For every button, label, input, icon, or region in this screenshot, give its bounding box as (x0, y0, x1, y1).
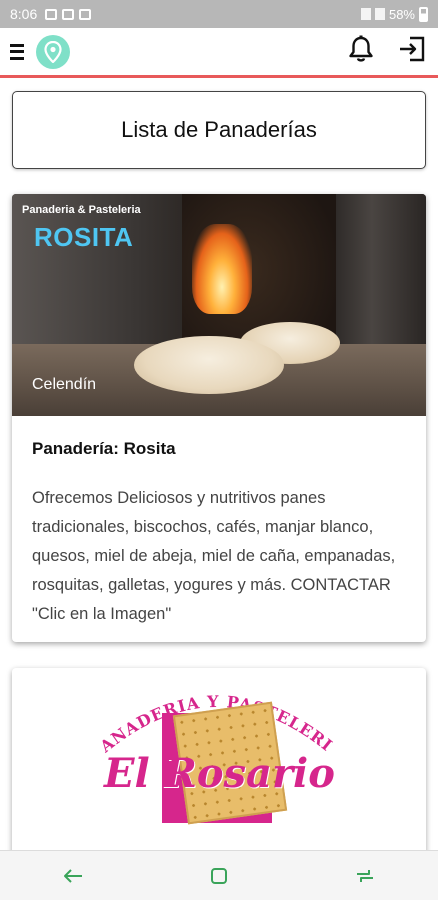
logout-icon[interactable] (398, 36, 426, 67)
status-time: 8:06 (10, 6, 38, 22)
bakery-card-el-rosario: PANADERIA Y PASTELERIA El Rosario (12, 668, 426, 868)
page-title-box: Lista de Panaderías (12, 91, 426, 169)
fire-illustration (192, 224, 252, 314)
app-bar (0, 28, 438, 78)
map-pin-icon[interactable] (36, 34, 70, 69)
bakery-logo-el-rosario[interactable]: PANADERIA Y PASTELERIA El Rosario (12, 668, 426, 868)
status-bar: 8:06 58% (0, 0, 438, 28)
notification-icons (45, 8, 92, 20)
battery-icon (419, 6, 428, 22)
signal-icon (360, 8, 371, 20)
bakery-card-rosita: Panaderia & Pasteleria ROSITA Celendín P… (12, 194, 426, 642)
wifi-icon (374, 8, 385, 20)
system-nav-bar (0, 850, 438, 900)
image-bakery-name: ROSITA (34, 222, 134, 252)
image-subtitle: Panaderia & Pasteleria (22, 204, 141, 216)
back-arrow-icon[interactable] (53, 856, 93, 896)
bell-icon[interactable] (348, 35, 374, 68)
recents-icon[interactable] (345, 856, 385, 896)
card-description: Ofrecemos Deliciosos y nutritivos panes … (32, 489, 396, 623)
bakery-image-rosita[interactable]: Panaderia & Pasteleria ROSITA Celendín (12, 194, 426, 416)
check-notification-icon (62, 8, 75, 20)
image-notification-icon (45, 8, 58, 20)
status-right: 58% (360, 6, 428, 22)
menu-icon[interactable] (10, 43, 24, 60)
logo-name: El Rosario (104, 750, 335, 797)
battery-percent: 58% (388, 6, 415, 22)
message-notification-icon (79, 8, 92, 20)
card-title: Panadería: Rosita (32, 439, 176, 458)
page-title: Lista de Panaderías (121, 117, 317, 142)
image-city: Celendín (32, 376, 97, 393)
bread-illustration (134, 336, 284, 394)
home-icon[interactable] (199, 856, 239, 896)
